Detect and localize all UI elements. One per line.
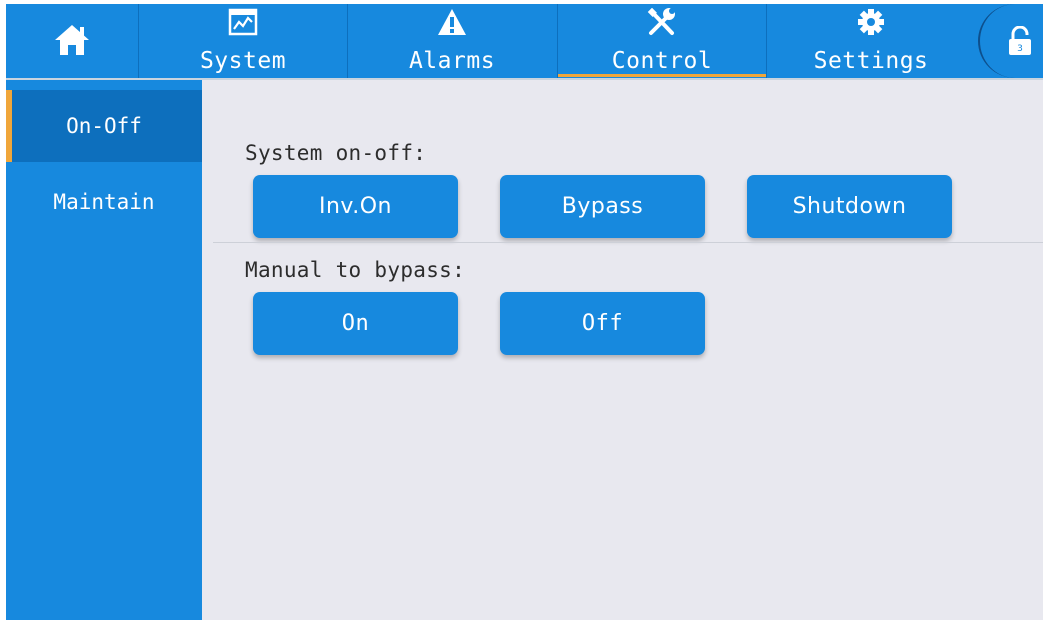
tab-system-label: System: [199, 48, 287, 74]
tab-settings-label: Settings: [813, 48, 929, 74]
tab-alarms-label: Alarms: [408, 48, 496, 74]
tab-alarms[interactable]: Alarms: [348, 4, 556, 78]
tab-control-label: Control: [611, 48, 713, 74]
active-tab-indicator: [558, 74, 766, 77]
unlock-icon: 3: [1009, 26, 1031, 55]
lock-button[interactable]: 3: [978, 4, 1043, 78]
home-icon: [55, 25, 89, 55]
top-nav-bar: System Alarms Control Settings 3: [6, 4, 1043, 80]
system-onoff-label: System on-off:: [245, 141, 427, 165]
manual-bypass-label: Manual to bypass:: [245, 258, 466, 282]
section-divider: [213, 242, 1043, 243]
sidebar-item-label: On-Off: [66, 114, 142, 138]
control-screen: System Alarms Control Settings 3 On-Off …: [6, 4, 1043, 620]
sidebar-item-maintain[interactable]: Maintain: [6, 166, 202, 238]
content-panel: System on-off: Inv.On Bypass Shutdown Ma…: [213, 88, 1043, 620]
gear-icon: [858, 9, 884, 35]
bypass-button[interactable]: Bypass: [500, 175, 705, 238]
warning-icon: [438, 9, 466, 35]
bypass-on-button[interactable]: On: [253, 292, 458, 355]
tools-icon: [647, 8, 675, 35]
tab-control[interactable]: Control: [558, 4, 766, 78]
home-tab[interactable]: [6, 4, 138, 78]
inv-on-button[interactable]: Inv.On: [253, 175, 458, 238]
tab-system[interactable]: System: [139, 4, 347, 78]
sidebar-item-on-off[interactable]: On-Off: [6, 90, 202, 162]
tab-settings[interactable]: Settings: [767, 4, 975, 78]
sidebar-item-label: Maintain: [53, 190, 155, 214]
sidebar: On-Off Maintain: [6, 80, 202, 620]
shutdown-button[interactable]: Shutdown: [747, 175, 952, 238]
chart-monitor-icon: [228, 8, 258, 36]
bypass-off-button[interactable]: Off: [500, 292, 705, 355]
lock-level-text: 3: [1017, 44, 1023, 54]
